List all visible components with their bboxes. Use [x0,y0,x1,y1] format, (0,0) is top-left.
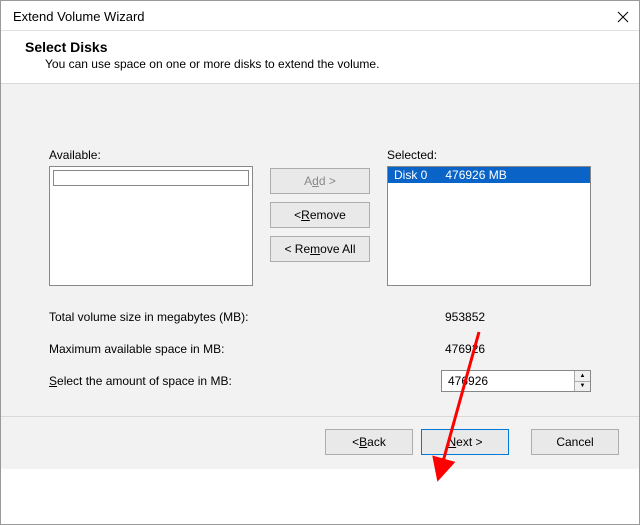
window-title: Extend Volume Wizard [13,9,145,24]
selected-listbox[interactable]: Disk 0 476926 MB [387,166,591,286]
page-heading: Select Disks [25,39,623,55]
wizard-footer: < Back Next > Cancel [1,417,639,469]
max-space-label: Maximum available space in MB: [49,342,441,356]
max-space-value [441,338,591,360]
available-selection-indicator [53,170,249,186]
back-button[interactable]: < Back [325,429,413,455]
page-subheading: You can use space on one or more disks t… [25,57,623,71]
next-button[interactable]: Next > [421,429,509,455]
cancel-button[interactable]: Cancel [531,429,619,455]
total-size-label: Total volume size in megabytes (MB): [49,310,441,324]
amount-input[interactable] [442,371,574,391]
selected-disk-size: 476926 MB [445,168,506,182]
spin-up-icon[interactable]: ▲ [575,371,590,382]
spin-down-icon[interactable]: ▼ [575,382,590,392]
remove-all-button[interactable]: < Remove All [270,236,370,262]
remove-button[interactable]: < Remove [270,202,370,228]
close-icon[interactable] [615,9,631,25]
total-size-value [441,306,591,328]
available-listbox[interactable] [49,166,253,286]
wizard-body: Available: Add > < Remove < Remove All S… [1,84,639,417]
wizard-header: Select Disks You can use space on one or… [1,31,639,84]
selected-disk-name: Disk 0 [394,168,427,182]
select-amount-label: Select the amount of space in MB: [49,374,441,388]
list-item[interactable]: Disk 0 476926 MB [388,167,590,183]
available-label: Available: [49,148,253,162]
add-button: Add > [270,168,370,194]
selected-label: Selected: [387,148,591,162]
amount-spinner[interactable]: ▲ ▼ [441,370,591,392]
